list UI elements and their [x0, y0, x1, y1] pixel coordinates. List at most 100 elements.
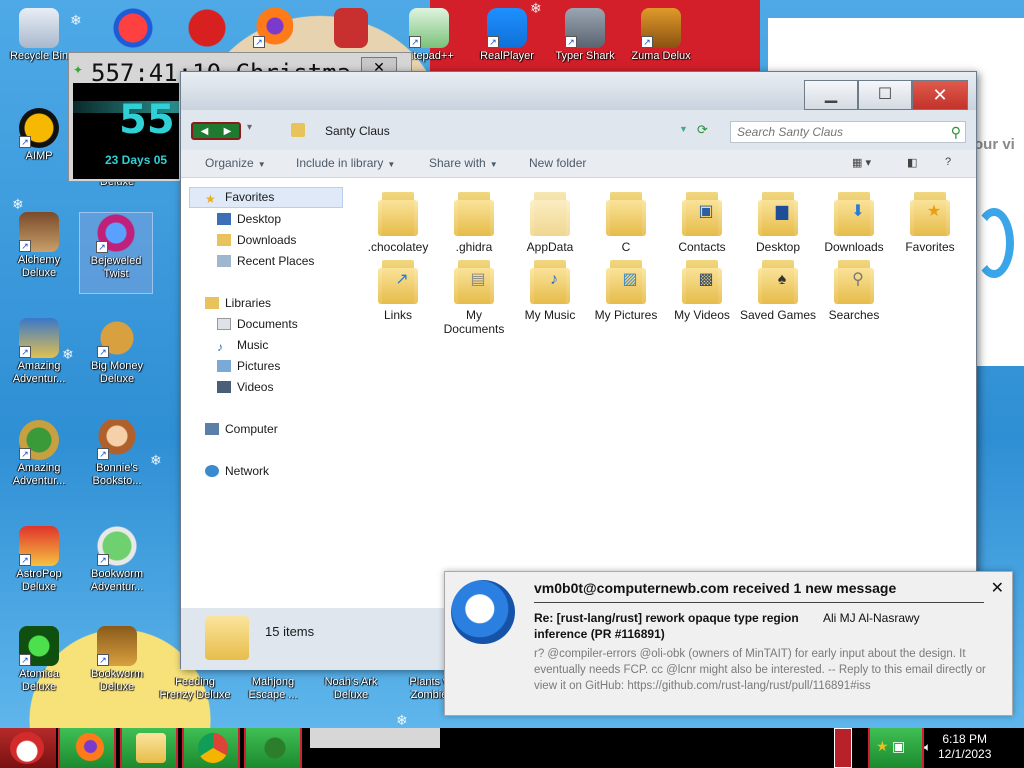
chrome-icon — [198, 733, 228, 763]
file-item[interactable]: ↗ Links — [358, 258, 438, 322]
nav-favorites[interactable]: ★ Favorites — [205, 190, 274, 206]
forward-arrow-icon[interactable]: ▶ — [224, 126, 232, 137]
nav-music[interactable]: ♪ Music — [217, 338, 268, 354]
volume-icon[interactable]: 🔈︎ — [924, 740, 931, 755]
taskbar-christmas-app[interactable] — [244, 728, 302, 768]
command-bar: Organize ▼ Include in library ▼ Share with… — [181, 150, 976, 178]
back-arrow-icon[interactable]: ◀ — [201, 126, 209, 137]
desktop-icon-atomica[interactable]: ↗ Atomica Deluxe — [2, 626, 76, 694]
desktop-icon-feeding-frenzy[interactable]: Feeding Frenzy Deluxe — [158, 676, 232, 702]
desktop-icon-alchemy[interactable]: ↗ Alchemy Deluxe — [2, 212, 76, 280]
file-item[interactable]: ▩ My Videos — [662, 258, 742, 322]
refresh-icon[interactable]: ⟳ — [697, 122, 708, 138]
desktop-icon-red-creature[interactable] — [170, 8, 244, 50]
file-item[interactable]: ★ Favorites — [890, 190, 970, 254]
desktop-icon-recycle-bin[interactable]: Recycle Bin — [2, 8, 76, 63]
desktop-icon-label: Zuma Delux — [631, 50, 691, 62]
back-forward-buttons[interactable]: ◀ ▶ — [191, 122, 241, 140]
desktop-icon-label: Bonnie's Booksto... — [92, 462, 142, 487]
desktop-icon-label: Amazing Adventur... — [12, 462, 66, 487]
desktop-icon-mahjong-escape[interactable]: Mahjong Escape ... — [236, 676, 310, 702]
snowflake-icon: ❄ — [12, 196, 24, 212]
help-icon[interactable]: ? — [945, 156, 951, 168]
tray-star-icon[interactable]: ★ — [876, 738, 889, 755]
taskbar-explorer[interactable] — [120, 728, 178, 768]
file-item[interactable]: ⚲ Searches — [814, 258, 894, 322]
file-item[interactable]: ♪ My Music — [510, 258, 590, 322]
countdown-big-value: 55 — [119, 97, 175, 143]
file-item[interactable]: ▨ My Pictures — [586, 258, 666, 322]
file-item[interactable]: .chocolatey — [358, 190, 438, 254]
desktop-icon-realplayer[interactable]: ↗ RealPlayer — [470, 8, 544, 63]
desktop-icon-bejeweled[interactable]: ↗ Bejeweled Twist — [79, 212, 153, 294]
nav-network[interactable]: Network — [205, 464, 269, 478]
close-button[interactable]: ✕ — [912, 80, 968, 110]
tray-show-hidden[interactable] — [834, 728, 852, 768]
minimize-button[interactable]: ▁ — [804, 80, 858, 110]
start-button[interactable] — [0, 728, 56, 768]
background-window-text: our vi — [974, 136, 1015, 153]
file-item[interactable]: ♠ Saved Games — [738, 258, 818, 322]
search-icon[interactable]: ⚲ — [951, 124, 961, 141]
new-folder-button[interactable]: New folder — [529, 156, 586, 170]
nav-downloads[interactable]: Downloads — [217, 233, 296, 247]
view-options-icon[interactable]: ▦ ▾ — [852, 156, 871, 169]
file-item[interactable]: ▣ Contacts — [662, 190, 742, 254]
desktop-icon-amazing-adventures-2[interactable]: ↗ Amazing Adventur... — [2, 420, 76, 488]
nav-videos[interactable]: Videos — [217, 380, 273, 394]
desktop-icon-bookworm-deluxe[interactable]: ↗ Bookworm Deluxe — [80, 626, 154, 694]
desktop-icon-label: Bejeweled Twist — [90, 255, 142, 280]
taskbar-firefox[interactable] — [58, 728, 116, 768]
organize-button[interactable]: Organize ▼ — [205, 156, 266, 170]
firefox-icon — [74, 733, 104, 763]
desktop-icon-bookworm-adventures[interactable]: ↗ Bookworm Adventur... — [80, 526, 154, 594]
documents-icon — [217, 318, 231, 330]
desktop-icon-typer-shark[interactable]: ↗ Typer Shark — [548, 8, 622, 63]
tray-network-icon[interactable]: ▣ — [892, 738, 905, 755]
file-item[interactable]: ⬇ Downloads — [814, 190, 894, 254]
file-item[interactable]: .ghidra — [434, 190, 514, 254]
recent-pages-dropdown[interactable]: ▾ — [247, 122, 252, 133]
desktop-icon-aimp[interactable]: ↗ AIMP — [2, 108, 76, 163]
file-item[interactable]: AppData — [510, 190, 590, 254]
bookworm-icon: ↗ — [97, 526, 137, 566]
tray-app-buttons[interactable]: ★ ▣ — [868, 728, 924, 768]
desktop-icon-zuma[interactable]: ↗ Zuma Delux — [624, 8, 698, 63]
nav-recent-places[interactable]: Recent Places — [217, 254, 314, 268]
searches-folder-icon: ⚲ — [834, 258, 874, 306]
desktop-icon-astropop[interactable]: ↗ AstroPop Deluxe — [2, 526, 76, 594]
system-clock[interactable]: 6:18 PM 12/1/2023 — [938, 732, 991, 762]
taskbar-chrome[interactable] — [182, 728, 240, 768]
file-item[interactable]: C — [586, 190, 666, 254]
share-with-button[interactable]: Share with ▼ — [429, 156, 498, 170]
include-in-library-button[interactable]: Include in library ▼ — [296, 156, 395, 170]
search-input[interactable] — [731, 122, 931, 142]
file-item[interactable]: ▆ Desktop — [738, 190, 818, 254]
nav-pictures[interactable]: Pictures — [217, 359, 280, 373]
preview-pane-icon[interactable]: ◧ — [907, 156, 917, 169]
desktop-icon-firefox[interactable]: ↗ — [236, 8, 310, 50]
desktop-icon-2[interactable] — [96, 8, 170, 50]
maximize-button[interactable]: ☐ — [858, 80, 912, 110]
desktop-icon-noahs-ark[interactable]: Noah's Ark Deluxe — [314, 676, 388, 702]
notification-close-button[interactable]: ✕ — [991, 578, 1004, 598]
folder-icon — [454, 190, 494, 238]
desktop-icon-shrine[interactable] — [314, 8, 388, 50]
nav-libraries[interactable]: Libraries — [205, 296, 271, 310]
divider — [534, 602, 984, 603]
breadcrumb[interactable]: Santy Claus — [325, 124, 390, 138]
email-notification[interactable]: vm0b0t@computernewb.com received 1 new m… — [444, 571, 1013, 716]
nav-desktop[interactable]: Desktop — [217, 212, 281, 226]
nav-computer[interactable]: Computer — [205, 422, 278, 436]
message-subject[interactable]: Re: [rust-lang/rust] rework opaque type … — [534, 610, 814, 642]
file-item[interactable]: ▤ My Documents — [434, 258, 514, 336]
desktop-icon-bonnies-bookstore[interactable]: ↗ Bonnie's Booksto... — [80, 420, 154, 488]
address-dropdown-icon[interactable]: ▼ — [679, 124, 688, 134]
pictures-icon — [217, 360, 231, 372]
nav-documents[interactable]: Documents — [217, 317, 298, 331]
desktop-icon-big-money[interactable]: ↗ Big Money Deluxe — [80, 318, 154, 386]
recycle-bin-icon — [19, 8, 59, 48]
desktop-icon-amazing-adventures[interactable]: ↗ Amazing Adventur... — [2, 318, 76, 386]
title-bar[interactable]: ▁ ☐ ✕ — [181, 72, 976, 110]
widget-icon: ✦ — [73, 63, 84, 77]
